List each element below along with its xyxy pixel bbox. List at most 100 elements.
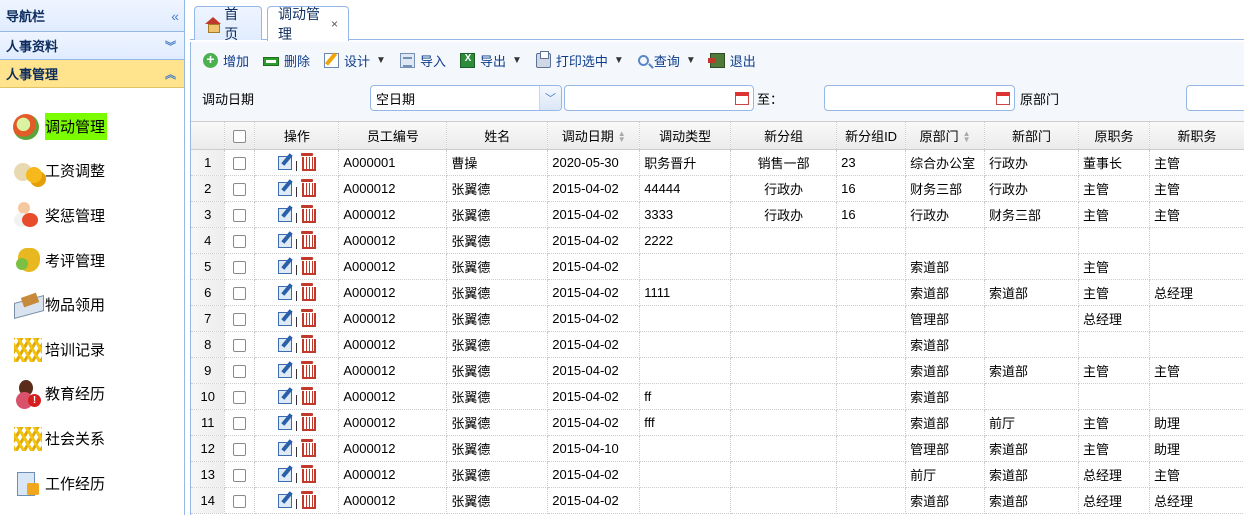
start-date-input[interactable] (564, 85, 754, 111)
row-checkbox-cell[interactable] (224, 253, 256, 280)
table-row[interactable]: 7 A000012 张翼德 2015-04-02 管理部 总经理 (191, 305, 1244, 332)
delete-button[interactable]: 删除 (263, 51, 310, 70)
row-checkbox[interactable] (233, 468, 247, 482)
sidebar-item-reward[interactable]: 奖惩管理 (0, 193, 184, 238)
sidebar-item-goods[interactable]: 物品领用 (0, 282, 184, 327)
table-row[interactable]: 8 A000012 张翼德 2015-04-02 索道部 (191, 331, 1244, 358)
column-header-transfer-date[interactable]: 调动日期 ▲ ▼ (547, 122, 641, 150)
column-header-transfer-type[interactable]: 调动类型 (639, 122, 732, 150)
row-checkbox-cell[interactable] (224, 305, 256, 332)
edit-icon[interactable] (277, 362, 293, 378)
edit-icon[interactable] (277, 258, 293, 274)
edit-icon[interactable] (277, 414, 293, 430)
table-row[interactable]: 2 A000012 张翼德 2015-04-02 44444 行政办 16 财务三部 行政办 主管… (191, 175, 1244, 202)
tab-transfer-management[interactable]: 调动管理 × (267, 6, 349, 42)
row-checkbox[interactable] (233, 182, 247, 196)
sidebar-item-social[interactable]: 社会关系 (0, 416, 184, 461)
column-header-new-position[interactable]: 新职务 (1149, 122, 1244, 150)
row-checkbox[interactable] (233, 338, 247, 352)
edit-icon[interactable] (277, 440, 293, 456)
edit-icon[interactable] (277, 492, 293, 508)
row-checkbox[interactable] (233, 442, 247, 456)
row-checkbox-cell[interactable] (224, 435, 256, 462)
section-personnel-management[interactable]: 人事管理 ︽ (0, 60, 184, 88)
delete-icon[interactable] (300, 465, 317, 483)
sidebar-item-salary[interactable]: 工资调整 (0, 149, 184, 194)
collapse-section-icon[interactable]: ︽ (165, 66, 176, 82)
expand-section-icon[interactable]: ︾ (165, 38, 176, 54)
table-row[interactable]: 14 A000012 张翼德 2015-04-02 索道部 索道部 总经理 总经理 (191, 487, 1244, 514)
table-row[interactable]: 5 A000012 张翼德 2015-04-02 索道部 主管 (191, 253, 1244, 280)
collapse-sidebar-icon[interactable]: « (171, 8, 179, 24)
select-all-checkbox[interactable] (233, 129, 247, 143)
table-row[interactable]: 13 A000012 张翼德 2015-04-02 前厅 索道部 总经理 主管 (191, 461, 1244, 488)
table-row[interactable]: 9 A000012 张翼德 2015-04-02 索道部 索道部 主管 主管 (191, 357, 1244, 384)
tab-home[interactable]: 首页 (194, 6, 262, 42)
delete-icon[interactable] (300, 387, 317, 405)
row-checkbox[interactable] (233, 286, 247, 300)
edit-icon[interactable] (277, 206, 293, 222)
import-button[interactable]: 导入 (399, 51, 446, 70)
sidebar-item-transfer[interactable]: 调动管理 (0, 104, 184, 149)
column-header-employee-id[interactable]: 员工编号 (338, 122, 448, 150)
edit-icon[interactable] (277, 310, 293, 326)
sort-icon[interactable]: ▲ ▼ (618, 130, 626, 144)
table-row[interactable]: 6 A000012 张翼德 2015-04-02 1111 索道部 索道部 主管 总经理 (191, 279, 1244, 306)
delete-icon[interactable] (300, 491, 317, 509)
chevron-down-icon[interactable]: ﹀ (539, 86, 561, 110)
delete-icon[interactable] (300, 179, 317, 197)
end-date-input[interactable] (824, 85, 1015, 111)
column-header-new-group[interactable]: 新分组 (730, 122, 838, 150)
delete-icon[interactable] (300, 283, 317, 301)
row-checkbox-cell[interactable] (224, 487, 256, 514)
edit-icon[interactable] (277, 180, 293, 196)
original-dept-input[interactable] (1186, 85, 1244, 111)
row-checkbox-cell[interactable] (224, 383, 256, 410)
sidebar-item-evaluation[interactable]: 考评管理 (0, 238, 184, 283)
delete-icon[interactable] (300, 153, 317, 171)
close-icon[interactable]: × (331, 17, 338, 31)
table-row[interactable]: 3 A000012 张翼德 2015-04-02 3333 行政办 16 行政办 财务三部 主管主… (191, 201, 1244, 228)
row-checkbox[interactable] (233, 208, 247, 222)
row-checkbox-cell[interactable] (224, 149, 256, 176)
edit-icon[interactable] (277, 154, 293, 170)
row-checkbox-cell[interactable] (224, 409, 256, 436)
row-checkbox-cell[interactable] (224, 227, 256, 254)
design-button[interactable]: 设计 ▼ (324, 51, 386, 70)
delete-icon[interactable] (300, 309, 317, 327)
table-row[interactable]: 4 A000012 张翼德 2015-04-02 2222 (191, 227, 1244, 254)
row-checkbox[interactable] (233, 390, 247, 404)
delete-icon[interactable] (300, 231, 317, 249)
sidebar-item-work[interactable]: 工作经历 (0, 461, 184, 506)
row-checkbox-cell[interactable] (224, 331, 256, 358)
section-personnel-data[interactable]: 人事资料 ︾ (0, 32, 184, 60)
calendar-icon[interactable] (731, 86, 753, 110)
row-checkbox[interactable] (233, 416, 247, 430)
row-checkbox-cell[interactable] (224, 461, 256, 488)
row-checkbox-cell[interactable] (224, 357, 256, 384)
edit-icon[interactable] (277, 466, 293, 482)
edit-icon[interactable] (277, 284, 293, 300)
row-checkbox[interactable] (233, 260, 247, 274)
sidebar-item-education[interactable]: 教育经历 (0, 372, 184, 417)
row-checkbox[interactable] (233, 364, 247, 378)
query-button[interactable]: 查询 ▼ (637, 51, 696, 70)
table-row[interactable]: 1 A000001 曹操 2020-05-30 职务晋升 销售一部 23 综合办公室 行政办 董事… (191, 149, 1244, 176)
sort-icon[interactable]: ▲ ▼ (963, 130, 971, 144)
print-selected-button[interactable]: 打印选中 ▼ (535, 50, 624, 70)
export-button[interactable]: 导出 ▼ (459, 51, 522, 70)
delete-icon[interactable] (300, 335, 317, 353)
table-row[interactable]: 12 A000012 张翼德 2015-04-10 管理部 索道部 主管 助理 (191, 435, 1244, 462)
sidebar-item-training[interactable]: 培训记录 (0, 327, 184, 372)
table-row[interactable]: 11 A000012 张翼德 2015-04-02 fff 索道部 前厅 主管 助理 (191, 409, 1244, 436)
delete-icon[interactable] (300, 439, 317, 457)
row-checkbox[interactable] (233, 234, 247, 248)
row-checkbox[interactable] (233, 494, 247, 508)
edit-icon[interactable] (277, 336, 293, 352)
add-button[interactable]: 增加 (203, 51, 249, 70)
edit-icon[interactable] (277, 232, 293, 248)
delete-icon[interactable] (300, 205, 317, 223)
delete-icon[interactable] (300, 413, 317, 431)
column-header-original-position[interactable]: 原职务 (1078, 122, 1150, 150)
table-row[interactable]: 10 A000012 张翼德 2015-04-02 ff 索道部 (191, 383, 1244, 410)
